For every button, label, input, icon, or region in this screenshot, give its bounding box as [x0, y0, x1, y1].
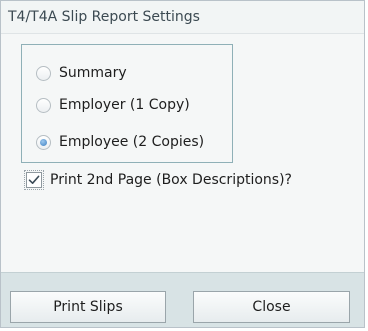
radio-label-employer: Employer (1 Copy)	[59, 97, 190, 113]
radio-option-employer[interactable]: Employer (1 Copy)	[36, 94, 190, 116]
radio-button-summary[interactable]	[36, 65, 51, 81]
print-second-page-option[interactable]: Print 2nd Page (Box Descriptions)?	[24, 169, 292, 191]
radio-button-employee[interactable]	[36, 134, 51, 150]
button-bar: Print Slips Close	[1, 272, 364, 327]
print-slips-button[interactable]: Print Slips	[10, 291, 166, 323]
title-bar: T4/T4A Slip Report Settings	[1, 1, 364, 34]
radio-label-employee: Employee (2 Copies)	[59, 134, 205, 150]
dialog-title: T4/T4A Slip Report Settings	[8, 9, 200, 25]
close-button[interactable]: Close	[193, 291, 350, 323]
print-second-page-label: Print 2nd Page (Box Descriptions)?	[50, 172, 292, 188]
radio-button-employer[interactable]	[36, 97, 51, 113]
radio-option-summary[interactable]: Summary	[36, 62, 127, 84]
slip-report-settings-dialog: T4/T4A Slip Report Settings Summary Empl…	[0, 0, 365, 328]
radio-label-summary: Summary	[59, 65, 127, 81]
report-type-group: Summary Employer (1 Copy) Employee (2 Co…	[21, 44, 233, 163]
print-second-page-checkbox[interactable]	[24, 170, 44, 190]
radio-option-employee[interactable]: Employee (2 Copies)	[36, 131, 204, 153]
checkmark-icon	[28, 175, 40, 184]
